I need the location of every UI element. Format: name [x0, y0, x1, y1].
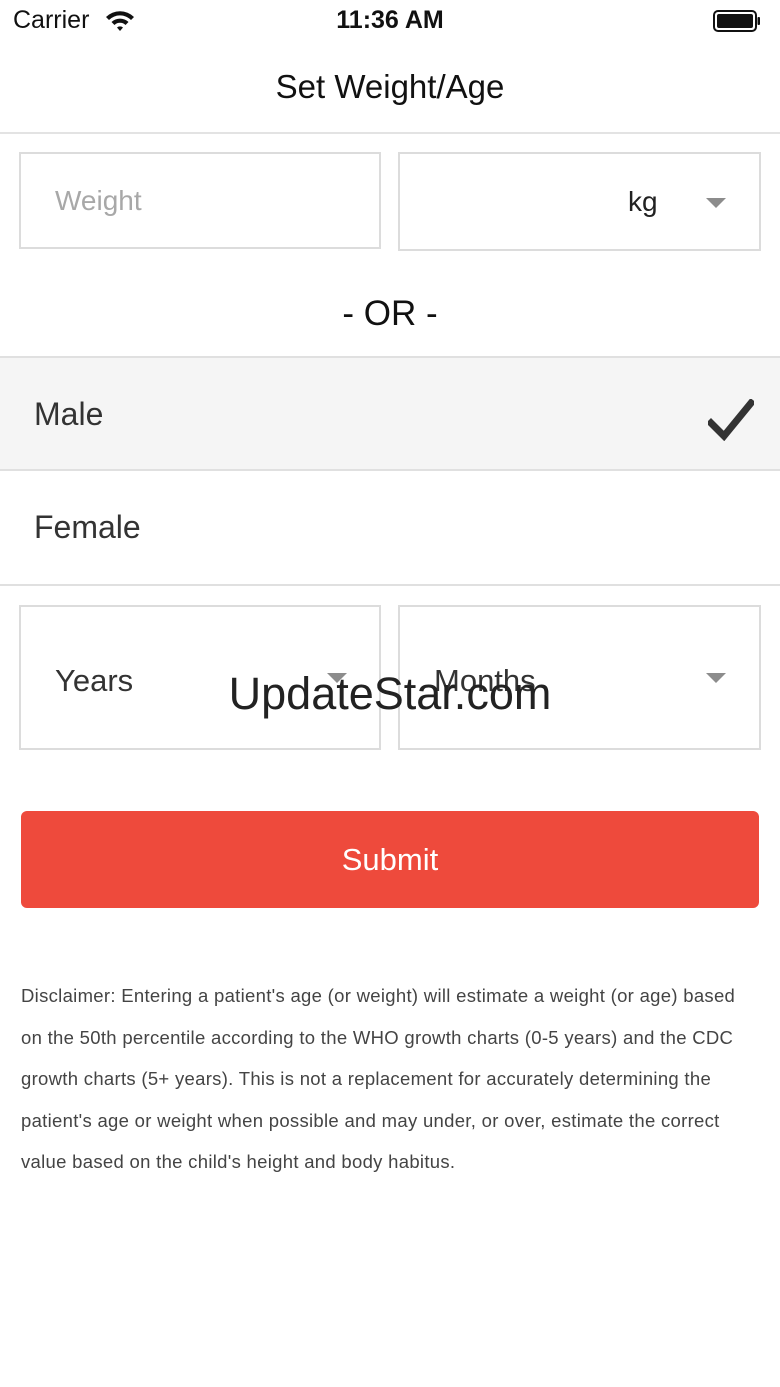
clock: 11:36 AM — [336, 6, 444, 34]
sex-option-male[interactable]: Male — [0, 356, 780, 471]
page-title: Set Weight/Age — [275, 68, 505, 105]
weight-field[interactable] — [19, 152, 381, 249]
years-select[interactable]: Years — [19, 605, 381, 750]
dropdown-caret-icon — [706, 673, 726, 683]
status-bar: Carrier 11:36 AM — [0, 0, 780, 44]
months-select-label: Months — [434, 663, 536, 698]
weight-input[interactable] — [55, 154, 355, 247]
battery-icon — [713, 10, 760, 32]
disclaimer-text: Disclaimer: Entering a patient's age (or… — [21, 985, 736, 1172]
checkmark-icon — [708, 399, 754, 441]
dropdown-caret-icon — [706, 198, 726, 208]
sex-option-female[interactable]: Female — [0, 471, 780, 586]
weight-unit-select[interactable]: kg — [398, 152, 761, 251]
sex-option-label: Female — [34, 509, 141, 545]
dropdown-caret-icon — [327, 673, 347, 683]
months-select[interactable]: Months — [398, 605, 761, 750]
weight-unit-value: kg — [628, 186, 658, 217]
navigation-bar: Set Weight/Age — [0, 44, 780, 134]
years-select-label: Years — [55, 663, 134, 698]
or-divider: - OR - — [342, 294, 438, 333]
submit-button[interactable]: Submit — [21, 811, 759, 908]
sex-option-label: Male — [34, 396, 104, 432]
